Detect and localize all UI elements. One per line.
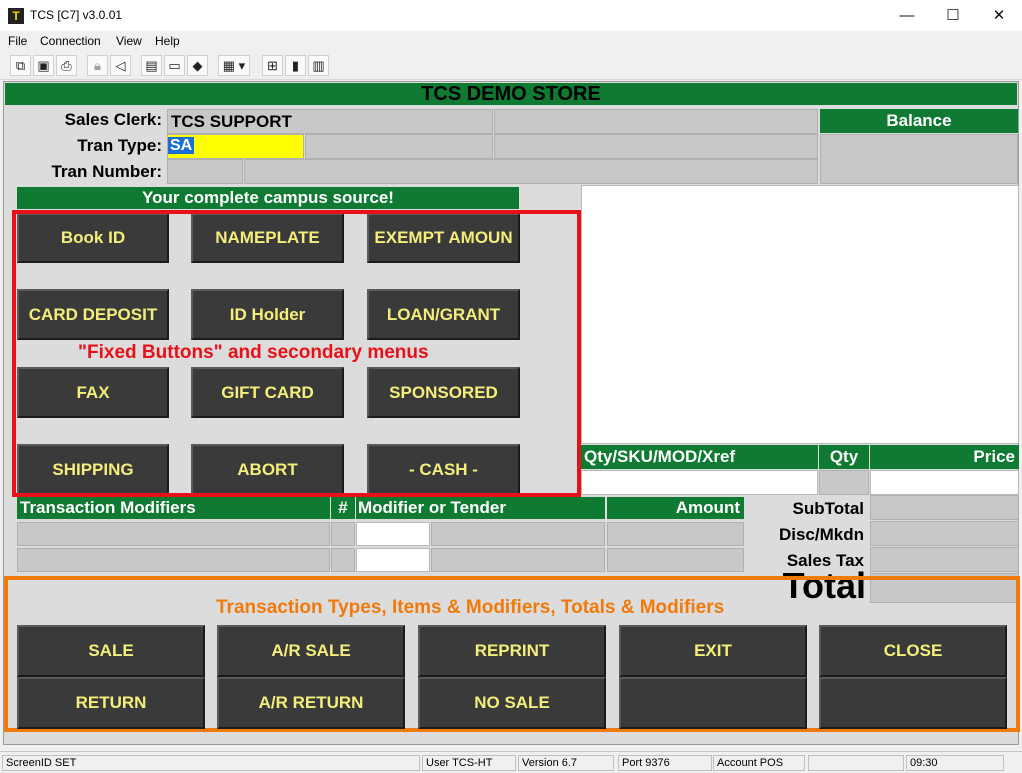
menu-bar: File Connection View Help	[0, 31, 1022, 51]
price-input[interactable]	[870, 470, 1019, 495]
disc-label: Disc/Mkdn	[778, 525, 864, 544]
modifier-tender-header: Modifier or Tender	[356, 497, 605, 519]
sku-input[interactable]	[581, 470, 818, 495]
menu-view[interactable]: View	[116, 34, 142, 48]
tran-type-input[interactable]: SA	[167, 134, 304, 159]
header-field-3	[494, 134, 818, 159]
maximize-button[interactable]: ☐	[930, 0, 976, 31]
modifier-count-header: #	[331, 497, 355, 519]
window-title: TCS [C7] v3.0.01	[30, 8, 123, 22]
modifier-row-2-detail	[431, 548, 605, 572]
sales-clerk-value: TCS SUPPORT	[167, 109, 493, 134]
tran-type-value: SA	[168, 137, 195, 154]
button-no-sale[interactable]: NO SALE	[418, 677, 606, 729]
fixed-buttons-annotation: "Fixed Buttons" and secondary menus	[78, 342, 429, 363]
status-blank	[808, 755, 904, 771]
status-bar: ScreenID SET User TCS-HT Version 6.7 Por…	[0, 751, 1022, 773]
status-screen-id: ScreenID SET	[2, 755, 420, 771]
disc-value	[870, 521, 1019, 546]
modifier-row-1-amount	[607, 522, 744, 546]
status-port: Port 9376	[618, 755, 712, 771]
sales-clerk-label: Sales Clerk:	[64, 110, 162, 129]
calculator-icon[interactable]: ▥	[308, 55, 329, 76]
status-time: 09:30	[906, 755, 1004, 771]
chart-icon[interactable]: ▮	[285, 55, 306, 76]
item-list[interactable]	[581, 185, 1019, 444]
modifier-row-2-amount	[607, 548, 744, 572]
price-label: Price	[870, 445, 1019, 469]
tran-number-value	[167, 159, 243, 184]
header-field-2	[305, 134, 493, 159]
header-field-1	[494, 109, 818, 134]
lock-icon[interactable]: 🔒︎	[87, 55, 108, 76]
title-bar: T TCS [C7] v3.0.01 — ☐ ✕	[0, 0, 1022, 31]
tran-number-label: Tran Number:	[51, 162, 162, 181]
tran-type-label: Tran Type:	[77, 136, 162, 155]
store-title: TCS DEMO STORE	[5, 83, 1017, 105]
status-version: Version 6.7	[518, 755, 614, 771]
modifier-row-2-tender[interactable]	[356, 548, 430, 572]
sales-tax-value	[870, 547, 1019, 572]
balance-value	[820, 134, 1018, 184]
subtotal-value	[870, 495, 1019, 520]
sound-icon[interactable]: ◁	[110, 55, 131, 76]
campus-banner: Your complete campus source!	[17, 187, 519, 209]
button-sale[interactable]: SALE	[17, 625, 205, 677]
menu-connection[interactable]: Connection	[40, 34, 101, 48]
modifier-row-2-count	[331, 548, 355, 572]
modifier-row-2[interactable]	[17, 548, 330, 572]
button-ar-return[interactable]: A/R RETURN	[217, 677, 405, 729]
save-icon[interactable]: ▣	[33, 55, 54, 76]
menu-help[interactable]: Help	[155, 34, 180, 48]
subtotal-label: SubTotal	[792, 499, 864, 518]
button-ar-sale[interactable]: A/R SALE	[217, 625, 405, 677]
modifier-row-1-tender[interactable]	[356, 522, 430, 546]
book-icon[interactable]: ◆	[187, 55, 208, 76]
print-icon[interactable]: ⎙	[56, 55, 77, 76]
app-icon: T	[8, 8, 24, 24]
button-reprint[interactable]: REPRINT	[418, 625, 606, 677]
minimize-button[interactable]: —	[884, 0, 930, 31]
modifier-row-1-count	[331, 522, 355, 546]
transaction-types-annotation: Transaction Types, Items & Modifiers, To…	[216, 597, 725, 618]
button-blank-1[interactable]	[619, 677, 807, 729]
qty-label: Qty	[819, 445, 869, 469]
sku-label: Qty/SKU/MOD/Xref	[581, 445, 818, 469]
status-account: Account POS	[713, 755, 805, 771]
pos-main-area: TCS DEMO STORE Sales Clerk: TCS SUPPORT …	[3, 81, 1020, 745]
transaction-modifiers-header: Transaction Modifiers	[17, 497, 330, 519]
amount-header: Amount	[607, 497, 744, 519]
button-close[interactable]: CLOSE	[819, 625, 1007, 677]
button-blank-2[interactable]	[819, 677, 1007, 729]
qty-input[interactable]	[819, 470, 869, 495]
toolbar: ⧉ ▣ ⎙ 🔒︎ ◁ ▤ ▭ ◆ ▦ ▾ ⊞ ▮ ▥	[0, 52, 1022, 80]
settings-icon[interactable]: ▤	[141, 55, 162, 76]
clipboard-icon[interactable]: ▦ ▾	[218, 55, 250, 76]
status-user: User TCS-HT	[422, 755, 516, 771]
modifier-row-1[interactable]	[17, 522, 330, 546]
tree-icon[interactable]: ⊞	[262, 55, 283, 76]
close-window-button[interactable]: ✕	[976, 0, 1022, 31]
monitor-icon[interactable]: ▭	[164, 55, 185, 76]
modifier-row-1-detail	[431, 522, 605, 546]
balance-label: Balance	[820, 109, 1018, 133]
menu-file[interactable]: File	[8, 34, 27, 48]
button-return[interactable]: RETURN	[17, 677, 205, 729]
button-exit[interactable]: EXIT	[619, 625, 807, 677]
copy-icon[interactable]: ⧉	[10, 55, 31, 76]
header-field-4	[244, 159, 818, 184]
